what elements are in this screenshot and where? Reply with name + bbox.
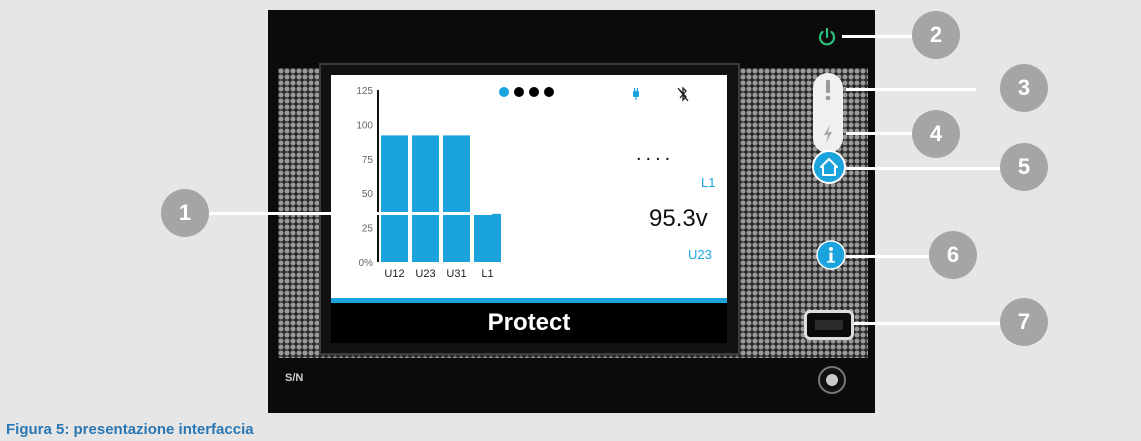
callout-4: 4 [912,110,960,158]
callout-leader-1 [208,212,492,215]
voltage-reading: 95.3v [649,205,708,232]
callout-3: 3 [1000,64,1048,112]
callout-5: 5 [1000,143,1048,191]
callout-leader-7 [854,322,1004,325]
callout-leader-3 [846,88,976,91]
alarm-led-icon [825,80,831,101]
bar-l1 [474,213,501,262]
x-tick-label: U12 [384,268,404,280]
callout-6: 6 [929,231,977,279]
bar-u23 [412,135,439,262]
usb-slot [815,320,843,330]
screen-footer-label: Protect [331,303,727,343]
mounting-screw [818,366,846,394]
figure-caption: Figura 5: presentazione interfaccia [6,421,254,438]
x-tick-label: U31 [446,268,466,280]
y-tick-label: 0% [359,258,374,269]
voltage-bar-chart: 0%255075100125U12U23U31L1L2L3 [356,86,501,280]
bar-u12 [381,135,408,262]
y-tick-label: 75 [362,155,374,166]
line-label-bottom: U23 [688,247,712,262]
callout-2: 2 [912,11,960,59]
display-screen: 0%255075100125U12U23U31L1L2L3 .... L1 95… [331,75,727,343]
callout-7: 7 [1000,298,1048,346]
serial-label: S/N [285,372,304,384]
screw-head [826,374,838,386]
y-tick-label: 125 [356,86,373,97]
page-dot[interactable] [514,87,524,97]
lightning-led-icon [824,125,832,143]
page-indicator [499,87,554,97]
y-tick-label: 100 [356,120,373,131]
bluetooth-off-icon [677,86,689,102]
y-tick-label: 50 [362,189,374,200]
power-icon[interactable] [816,26,838,48]
bar-u31 [443,135,470,262]
page-dot[interactable] [544,87,554,97]
usb-port[interactable] [804,310,854,340]
page-dot-active[interactable] [499,87,509,97]
callout-leader-5 [846,167,1006,170]
menu-dots: .... [636,143,675,165]
plug-icon [633,88,639,100]
x-tick-label: U23 [415,268,435,280]
page-dot[interactable] [529,87,539,97]
callout-1: 1 [161,189,209,237]
y-tick-label: 25 [362,224,374,235]
x-tick-label: L1 [481,268,493,280]
home-button[interactable] [812,150,846,184]
info-button[interactable] [816,240,846,270]
line-label-top: L1 [701,175,716,190]
